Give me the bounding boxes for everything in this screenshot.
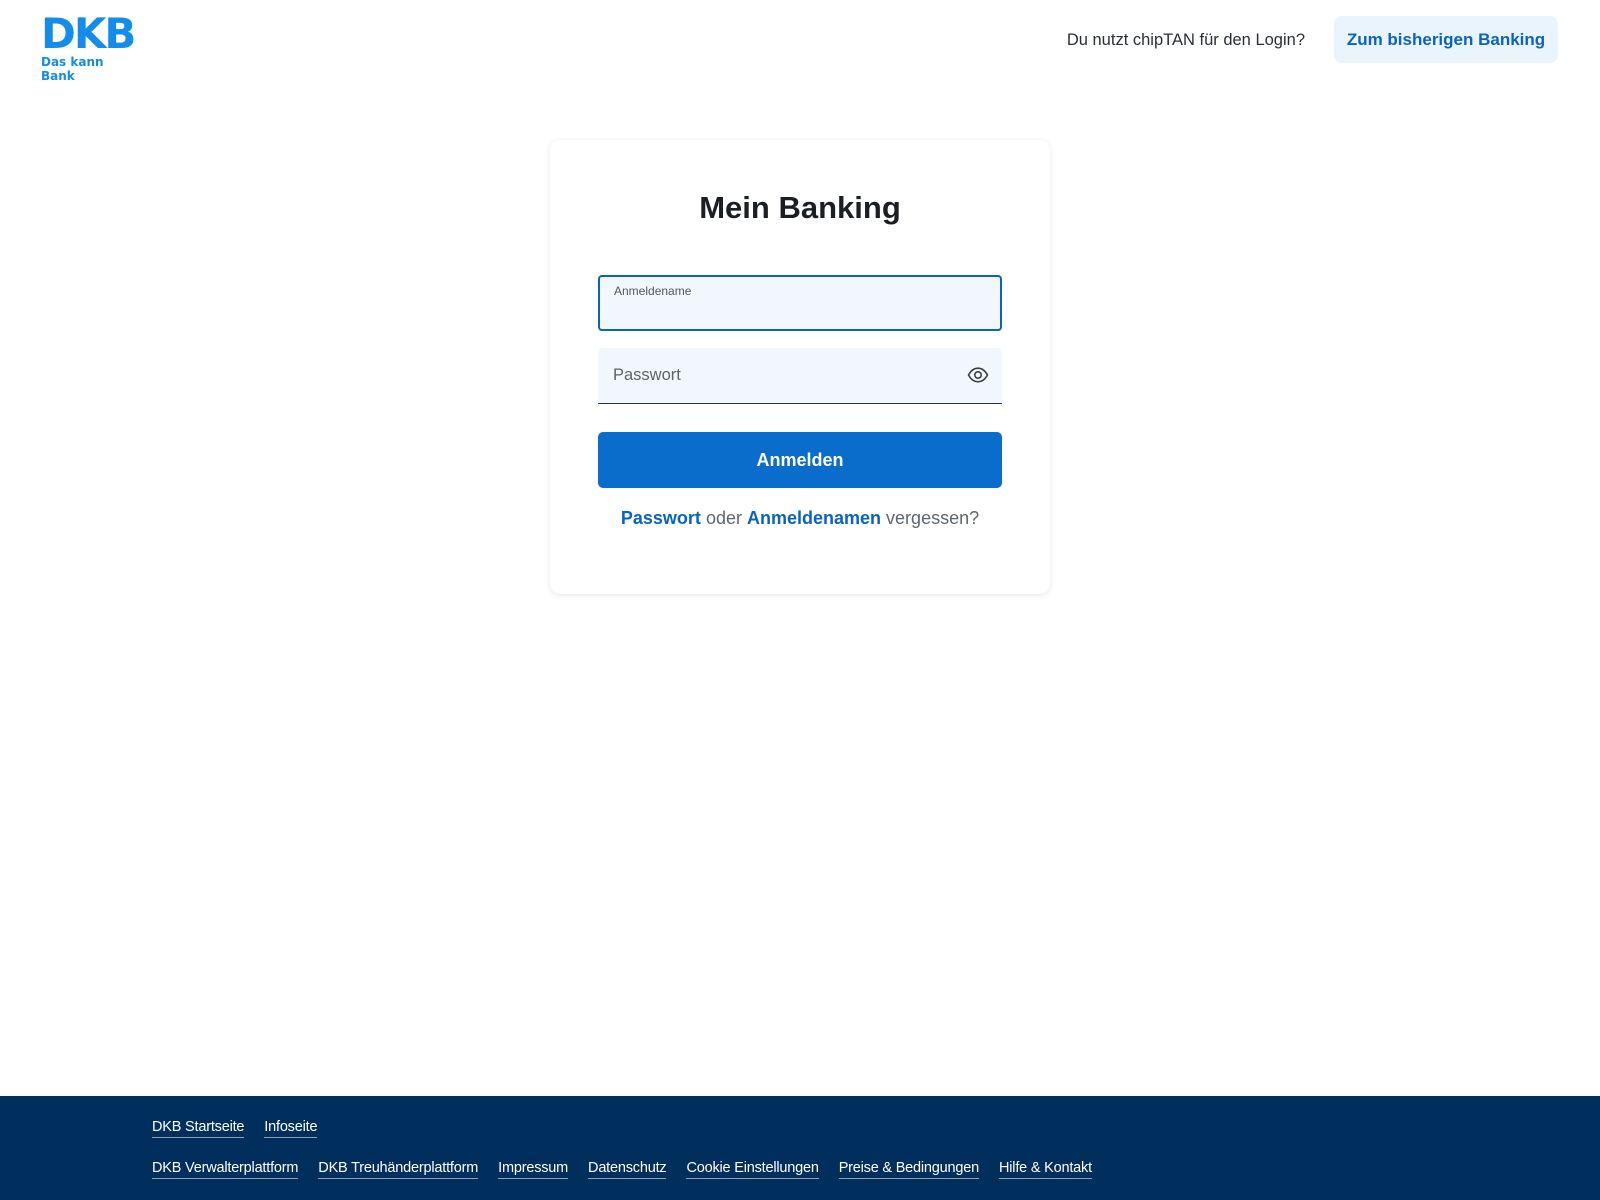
eye-icon[interactable] — [962, 360, 994, 390]
page-footer: DKB Startseite Infoseite DKB Verwalterpl… — [0, 1096, 1600, 1200]
footer-link-infoseite[interactable]: Infoseite — [264, 1118, 318, 1138]
legacy-banking-button[interactable]: Zum bisherigen Banking — [1334, 16, 1558, 63]
logo-slogan: Das kann Bank — [41, 55, 104, 83]
forgot-username-link[interactable]: Anmeldenamen — [747, 508, 881, 528]
logo-brand: DKB — [41, 9, 136, 58]
footer-nav-primary: DKB Startseite Infoseite — [152, 1118, 318, 1138]
login-button[interactable]: Anmelden — [598, 432, 1002, 488]
footer-link-dkb-startseite[interactable]: DKB Startseite — [152, 1118, 244, 1138]
footer-link-treuhaenderplattform[interactable]: DKB Treuhänderplattform — [318, 1159, 478, 1179]
password-field[interactable] — [598, 348, 1002, 404]
forgot-suffix: vergessen? — [886, 508, 980, 528]
forgot-password-link[interactable]: Passwort — [621, 508, 701, 528]
footer-nav-secondary: DKB Verwalterplattform DKB Treuhänderpla… — [152, 1159, 1092, 1179]
top-header: DKB Das kann Bank Du nutzt chipTAN für d… — [0, 0, 1600, 84]
login-card: Mein Banking Anmeldename Anmelden Passwo… — [550, 140, 1050, 594]
password-input[interactable] — [598, 348, 1002, 403]
footer-link-hilfe-kontakt[interactable]: Hilfe & Kontakt — [999, 1159, 1092, 1179]
chiptan-question: Du nutzt chipTAN für den Login? — [1066, 31, 1305, 49]
forgot-connector: oder — [705, 508, 742, 528]
page-title: Mein Banking — [699, 190, 901, 225]
username-input[interactable] — [600, 277, 1000, 329]
footer-link-impressum[interactable]: Impressum — [498, 1159, 568, 1179]
forgot-credentials: Passwort oder Anmeldenamen vergessen? — [550, 506, 1050, 530]
dkb-logo[interactable]: DKB Das kann Bank — [41, 9, 141, 84]
footer-link-datenschutz[interactable]: Datenschutz — [588, 1159, 667, 1179]
footer-link-cookie-einstellungen[interactable]: Cookie Einstellungen — [686, 1159, 819, 1179]
username-field[interactable]: Anmeldename — [598, 275, 1002, 331]
footer-link-verwalterplattform[interactable]: DKB Verwalterplattform — [152, 1159, 298, 1179]
footer-link-preise-bedingungen[interactable]: Preise & Bedingungen — [838, 1159, 979, 1179]
